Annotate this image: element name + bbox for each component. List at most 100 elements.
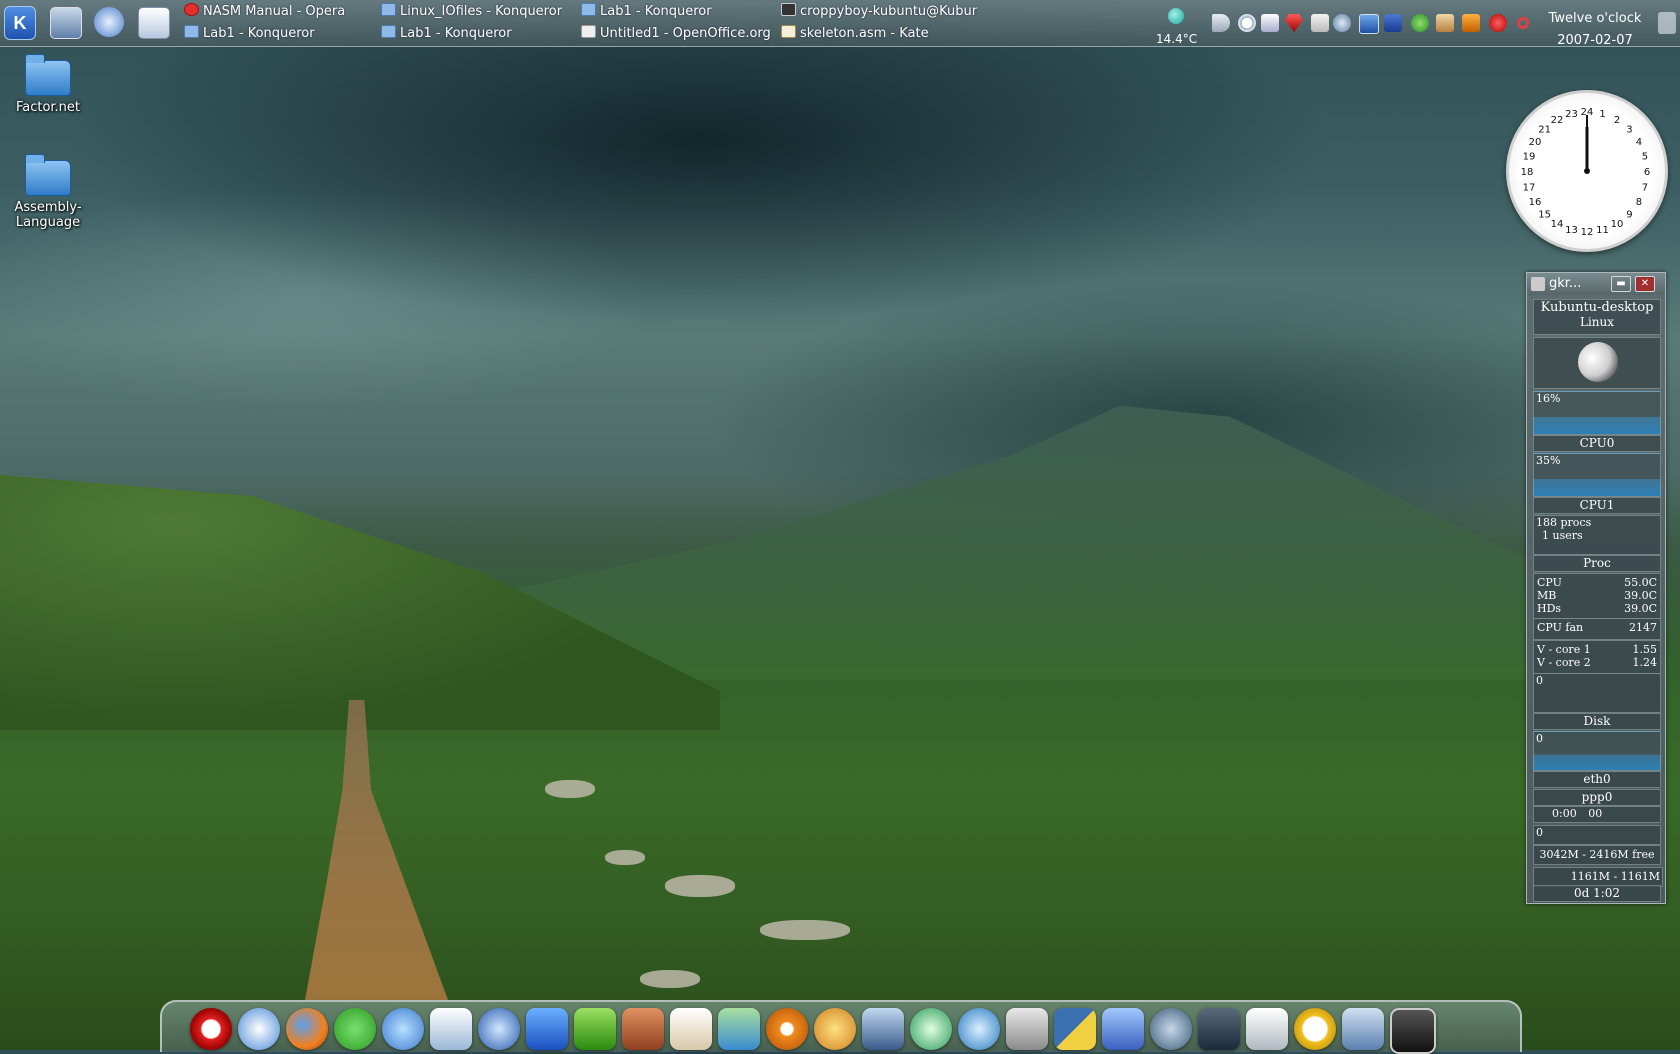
task-konqueror-lab1-2[interactable]: Lab1 - Konqueror — [381, 25, 576, 45]
network-browser-icon[interactable] — [238, 1008, 280, 1050]
gkrellm-title: gkr... — [1549, 276, 1582, 291]
blender-icon[interactable] — [766, 1008, 808, 1050]
desktop-icon-assembly-language[interactable]: Assembly- Language — [6, 154, 90, 230]
cpu1-graph: 35% — [1533, 453, 1661, 497]
mail-icon[interactable] — [430, 1008, 472, 1050]
arrows-icon[interactable] — [1006, 1008, 1048, 1050]
eth0-value: 0 — [1536, 732, 1543, 745]
user-icon[interactable] — [1436, 14, 1454, 32]
update-icon[interactable] — [1359, 14, 1379, 34]
kde-film-icon[interactable] — [1198, 1008, 1240, 1050]
user-count: 1 users — [1542, 529, 1583, 542]
leaf-app-icon[interactable] — [574, 1008, 616, 1050]
eth0-label: eth0 — [1533, 771, 1661, 788]
moon-phase-icon — [1578, 342, 1618, 382]
volume-icon[interactable] — [1212, 14, 1230, 32]
folder-icon — [184, 25, 199, 38]
sensor-name: HDs — [1537, 602, 1562, 615]
folder-icon — [381, 25, 396, 38]
search-tool-icon[interactable] — [910, 1008, 952, 1050]
skype-icon[interactable] — [334, 1008, 376, 1050]
kde-control-icon[interactable] — [1342, 1008, 1384, 1050]
gkrellm-app-icon — [1531, 277, 1545, 291]
eth0-graph: 0 — [1533, 731, 1661, 771]
network-icon[interactable] — [1411, 14, 1429, 32]
ppp0-timer[interactable]: 0:00 00 — [1533, 806, 1661, 823]
ppp0-extra: 00 — [1588, 807, 1603, 820]
gkrellm-host-panel: Kubuntu-desktop Linux — [1533, 299, 1661, 335]
folder-icon — [581, 3, 596, 16]
magnifier-icon[interactable] — [1238, 14, 1256, 32]
task-openoffice[interactable]: Untitled1 - OpenOffice.org W — [581, 25, 771, 45]
package-icon[interactable] — [1462, 14, 1480, 32]
firefox-icon[interactable] — [286, 1008, 328, 1050]
clock-time-text: Twelve o'clock — [1548, 11, 1642, 26]
digital-clock[interactable]: Twelve o'clock 2007-02-07 — [1540, 8, 1650, 52]
editor-icon[interactable] — [1102, 1008, 1144, 1050]
lifebuoy-icon[interactable] — [1516, 16, 1530, 30]
task-label: Lab1 - Konqueror — [600, 4, 712, 19]
desktop-icon-label: Assembly- Language — [14, 200, 82, 230]
kopete-icon[interactable] — [382, 1008, 424, 1050]
minimize-button[interactable]: ▬ — [1611, 276, 1631, 292]
my-computer-icon[interactable] — [50, 7, 82, 39]
panel-hide-button[interactable] — [1658, 12, 1676, 34]
alarm-clock-icon[interactable] — [1294, 1008, 1336, 1050]
analog-clock[interactable]: 24 1 2 3 4 5 6 7 8 9 10 11 12 13 14 15 16 17 18 19 20 21 22 23 — [1506, 90, 1668, 252]
clock-numeral: 18 — [1521, 167, 1534, 178]
kmix-icon[interactable] — [1333, 14, 1351, 32]
clock-numeral: 20 — [1529, 137, 1542, 148]
pipe-app-icon[interactable] — [622, 1008, 664, 1050]
clock-numeral: 23 — [1565, 109, 1578, 120]
gkrellm-monitor: gkr... ▬ ✕ Kubuntu-desktop Linux 16% CPU… — [1526, 272, 1666, 904]
task-konqueror-iofiles[interactable]: Linux_IOfiles - Konqueror — [381, 3, 576, 23]
clock-numeral: 17 — [1523, 183, 1536, 194]
disk-value: 0 — [1536, 674, 1543, 687]
zoom-icon[interactable] — [958, 1008, 1000, 1050]
clipboard-icon[interactable] — [1311, 14, 1329, 32]
sensor-row: CPU 55.0C — [1534, 576, 1660, 589]
task-kate[interactable]: skeleton.asm - Kate — [781, 25, 977, 45]
gkrellm-titlebar[interactable]: gkr... ▬ ✕ — [1527, 273, 1665, 295]
drawing-icon[interactable] — [670, 1008, 712, 1050]
terminal-icon[interactable] — [1390, 1008, 1436, 1054]
desktop-icon-factor-net[interactable]: Factor.net — [6, 54, 90, 115]
network-settings-icon[interactable] — [94, 7, 124, 37]
python-icon[interactable] — [1054, 1008, 1096, 1050]
clock-center — [1584, 168, 1590, 174]
keyboard-layout-icon[interactable] — [1384, 14, 1402, 32]
clock-numeral: 13 — [1565, 225, 1578, 236]
task-terminal[interactable]: croppyboy-kubuntu@Kubunt — [781, 3, 977, 23]
weather-icon[interactable] — [1168, 8, 1184, 24]
folder-icon — [25, 154, 71, 196]
dock-bar — [160, 1000, 1522, 1054]
record-icon[interactable] — [1489, 14, 1507, 32]
palette-icon[interactable] — [814, 1008, 856, 1050]
task-konqueror-lab1[interactable]: Lab1 - Konqueror — [184, 25, 374, 45]
image-viewer-icon[interactable] — [718, 1008, 760, 1050]
mem-graph: 0 — [1533, 825, 1661, 845]
voltage-row: V - core 2 1.24 — [1534, 656, 1660, 669]
close-button[interactable]: ✕ — [1635, 276, 1655, 292]
wallpaper-rock — [640, 970, 700, 988]
clock-numeral: 15 — [1538, 209, 1551, 220]
opera-icon — [184, 3, 199, 16]
shark-icon[interactable] — [1150, 1008, 1192, 1050]
swap-meter: 1161M - 1161M — [1533, 867, 1663, 887]
task-label: Untitled1 - OpenOffice.org W — [600, 26, 771, 41]
calendar-icon[interactable] — [138, 7, 170, 39]
ruby-icon[interactable] — [1285, 14, 1303, 32]
clock-numeral: 8 — [1636, 197, 1642, 208]
camera-icon[interactable] — [862, 1008, 904, 1050]
opera-icon[interactable] — [190, 1008, 232, 1050]
keyboard-icon[interactable] — [1246, 1008, 1288, 1050]
globe-icon[interactable] — [478, 1008, 520, 1050]
terminal-icon — [781, 3, 796, 16]
disk-graph: 0 — [1533, 673, 1661, 713]
display-icon[interactable] — [1261, 14, 1279, 32]
task-opera[interactable]: NASM Manual - Opera — [184, 3, 374, 23]
task-konqueror-lab1-3[interactable]: Lab1 - Konqueror — [581, 3, 771, 23]
clock-numeral: 9 — [1626, 209, 1632, 220]
font-tool-icon[interactable] — [526, 1008, 568, 1050]
k-menu-button[interactable]: K — [4, 6, 36, 40]
